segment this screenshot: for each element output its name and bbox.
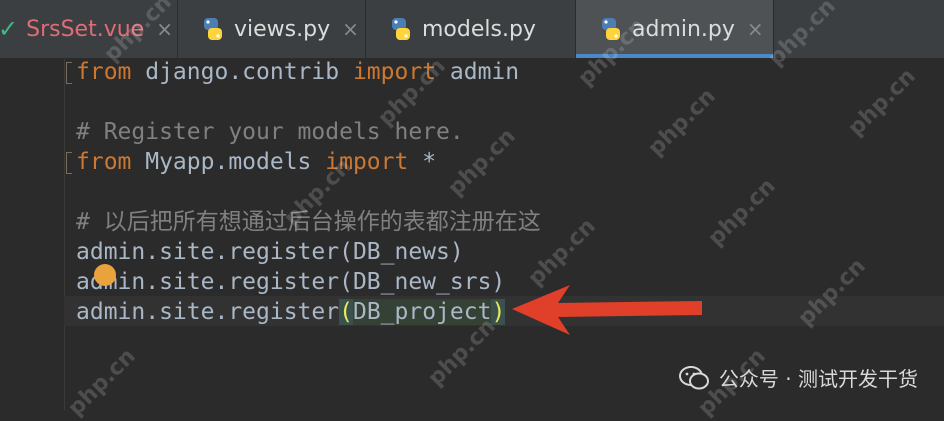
python-icon (204, 18, 222, 40)
close-icon[interactable]: × (156, 17, 173, 41)
vue-check-icon: ✓ (0, 15, 19, 43)
matched-paren: ( (339, 299, 353, 325)
code-text: admin.site.register (76, 299, 340, 325)
keyword: import (325, 149, 409, 175)
matched-paren: ) (491, 299, 506, 325)
editor-tab-bar: ✓ SrsSet.vue × views.py × models.py admi… (0, 0, 944, 59)
keyword: import (352, 59, 437, 85)
tab-srsset-vue[interactable]: ✓ SrsSet.vue × (0, 0, 178, 58)
code-text: DB_project (352, 299, 492, 325)
wechat-label: 公众号 · 测试开发干货 (718, 367, 918, 391)
code-text: * (408, 149, 437, 175)
keyword: from (76, 59, 132, 85)
tab-label: SrsSet.vue (26, 16, 145, 42)
code-editor[interactable]: from django.contrib import admin # Regis… (0, 59, 944, 410)
wechat-credit: 公众号 · 测试开发干货 (678, 363, 918, 392)
active-tab-indicator (576, 54, 773, 58)
tab-label: models.py (422, 16, 536, 42)
code-line-8[interactable]: admin.site.register(DB_new_srs) (76, 267, 505, 297)
code-text: Myapp.models (131, 149, 326, 175)
code-text: django.contrib (131, 59, 353, 85)
close-icon[interactable]: × (342, 17, 359, 41)
close-icon[interactable]: × (747, 17, 764, 41)
comment: # Register your models here. (76, 119, 464, 145)
fold-marker[interactable] (66, 62, 72, 84)
comment: # 以后把所有想通过后台操作的表都注册在这 (76, 209, 541, 235)
tab-label: admin.py (632, 16, 735, 42)
python-icon (392, 18, 410, 40)
tab-models-py[interactable]: models.py (366, 0, 576, 58)
keyword: from (76, 149, 132, 175)
wechat-icon (678, 365, 709, 389)
code-line-1[interactable]: from django.contrib import admin (76, 57, 519, 87)
tab-label: views.py (234, 16, 331, 42)
code-line-4[interactable]: from Myapp.models import * (76, 147, 436, 177)
tab-views-py[interactable]: views.py × (178, 0, 366, 58)
code-line-6[interactable]: # 以后把所有想通过后台操作的表都注册在这 (76, 207, 541, 237)
code-line-3[interactable]: # Register your models here. (76, 117, 464, 147)
tab-admin-py[interactable]: admin.py × (576, 0, 774, 58)
fold-marker[interactable] (66, 152, 72, 174)
code-text: admin (436, 59, 520, 85)
code-line-9[interactable]: admin.site.register(DB_project) (76, 297, 506, 327)
lightbulb-icon[interactable] (94, 264, 116, 286)
gutter-divider (64, 59, 65, 410)
red-arrow-annotation (512, 285, 702, 335)
python-icon (602, 18, 620, 40)
code-line-7[interactable]: admin.site.register(DB_news) (76, 237, 464, 267)
